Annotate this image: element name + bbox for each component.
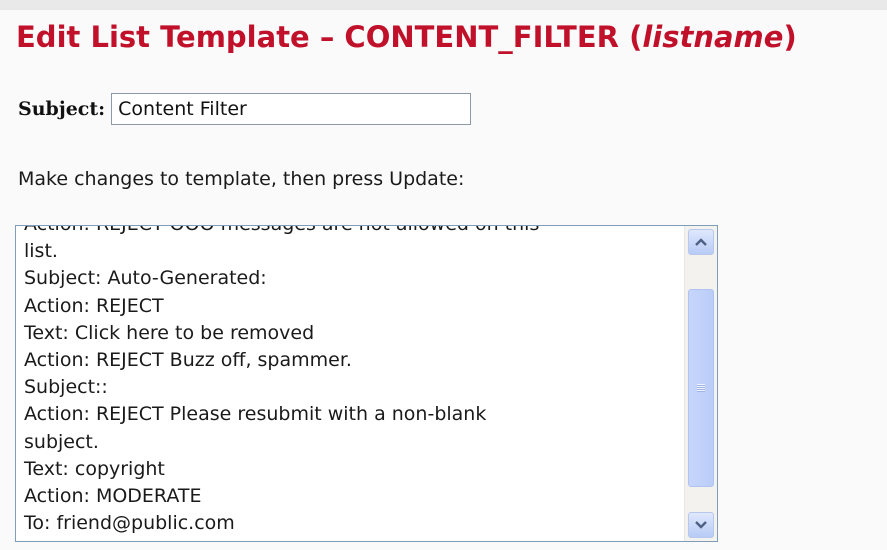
page-title: Edit List Template – CONTENT_FILTER (lis…	[16, 17, 797, 57]
scrollbar-grip-icon	[697, 384, 705, 392]
template-line: Subject::	[24, 376, 108, 399]
template-line: To: friend@public.com	[24, 512, 235, 535]
template-line: Text: copyright	[24, 457, 165, 480]
template-textarea[interactable]: Action: REJECT OOO messages are not allo…	[15, 225, 718, 542]
template-line: subject.	[24, 430, 99, 453]
page-title-listname: listname	[642, 20, 784, 54]
scroll-down-arrow-icon[interactable]	[688, 512, 714, 538]
subject-row: Subject:	[18, 92, 472, 126]
subject-label: Subject:	[18, 98, 106, 120]
template-line: Action: REJECT OOO messages are not allo…	[24, 226, 674, 238]
template-line: list.	[24, 240, 58, 263]
template-line: Action: REJECT	[24, 294, 164, 317]
vertical-scrollbar[interactable]	[684, 226, 717, 541]
template-line: Text: Click here to be removed	[24, 321, 315, 344]
top-divider	[0, 0, 887, 10]
template-line: Action: MODERATE	[24, 484, 202, 507]
template-line: Action: REJECT Buzz off, spammer.	[24, 348, 352, 371]
instructions-text: Make changes to template, then press Upd…	[18, 168, 465, 190]
page-title-suffix: )	[783, 20, 797, 54]
scrollbar-thumb[interactable]	[688, 289, 714, 487]
subject-input[interactable]	[111, 93, 472, 125]
page-title-prefix: Edit List Template – CONTENT_FILTER (	[16, 20, 643, 54]
template-text[interactable]: Action: REJECT OOO messages are not allo…	[24, 226, 674, 537]
template-line: Subject: Auto-Generated:	[24, 267, 267, 290]
template-line: Action: REJECT Please resubmit with a no…	[24, 403, 487, 426]
scroll-up-arrow-icon[interactable]	[688, 229, 714, 255]
